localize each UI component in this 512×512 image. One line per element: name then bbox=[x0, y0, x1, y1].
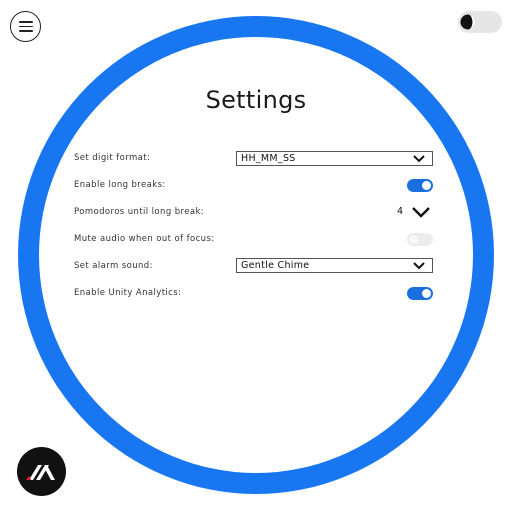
chevron-down-icon bbox=[413, 155, 425, 163]
pomodoros-label: Pomodoros until long break: bbox=[74, 207, 205, 217]
page-title: Settings bbox=[205, 86, 307, 114]
menu-button[interactable] bbox=[10, 11, 41, 42]
long-breaks-toggle[interactable] bbox=[407, 179, 433, 192]
hamburger-icon-bar-2 bbox=[18, 25, 33, 28]
digit-format-label: Set digit format: bbox=[74, 153, 151, 163]
digit-format-select[interactable]: HH_MM_SS bbox=[236, 151, 433, 166]
analytics-label: Enable Unity Analytics: bbox=[74, 288, 182, 298]
pomodoros-value: 4 bbox=[397, 206, 404, 217]
chevron-down-icon bbox=[412, 207, 430, 218]
digit-format-value: HH_MM_SS bbox=[241, 153, 296, 164]
toggle-knob bbox=[409, 235, 418, 244]
hamburger-icon-bar-3 bbox=[18, 30, 33, 32]
toggle-knob bbox=[422, 289, 431, 298]
hamburger-icon bbox=[18, 21, 33, 23]
chevron-down-icon bbox=[413, 262, 425, 270]
brand-logo-icon bbox=[17, 447, 66, 496]
mute-audio-toggle[interactable] bbox=[407, 233, 433, 246]
alarm-sound-select[interactable]: Gentle Chime bbox=[236, 258, 433, 273]
pomodoros-select[interactable]: 4 bbox=[394, 204, 433, 219]
half-moon-icon bbox=[460, 14, 476, 30]
long-breaks-label: Enable long breaks: bbox=[74, 180, 166, 190]
alarm-sound-label: Set alarm sound: bbox=[74, 261, 153, 271]
mute-audio-label: Mute audio when out of focus: bbox=[74, 234, 215, 244]
alarm-sound-value: Gentle Chime bbox=[241, 260, 310, 271]
analytics-toggle[interactable] bbox=[407, 287, 433, 300]
toggle-knob bbox=[422, 181, 431, 190]
theme-toggle[interactable] bbox=[458, 11, 502, 33]
